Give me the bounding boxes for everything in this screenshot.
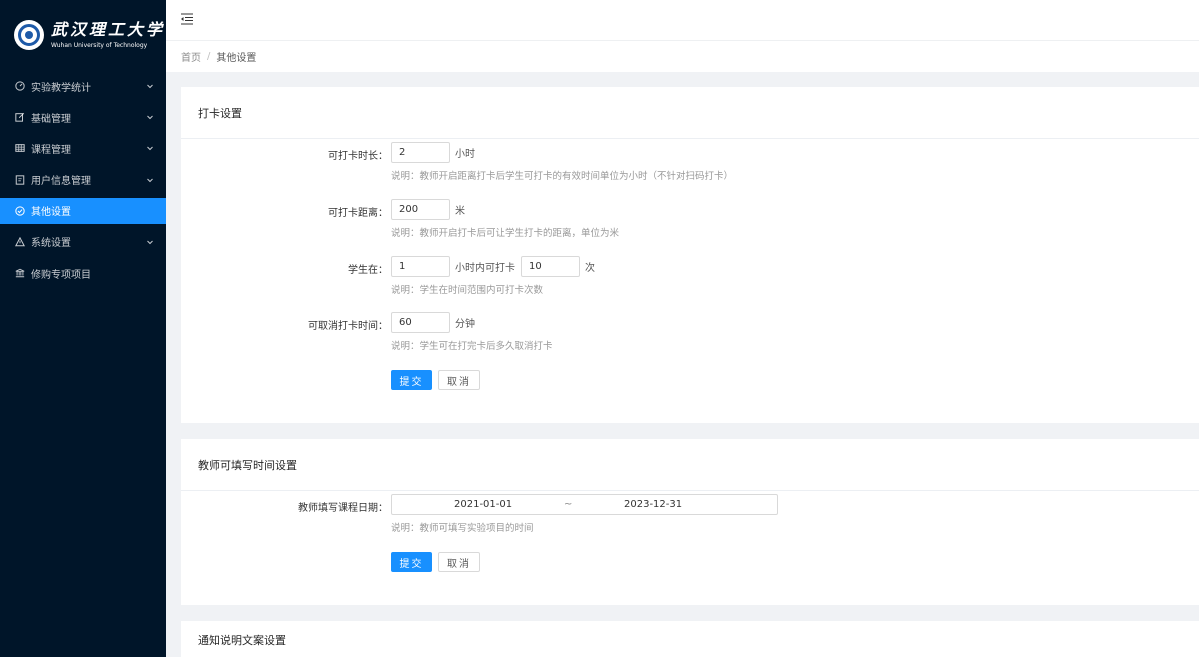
sidebar-item-label: 课程管理 bbox=[31, 144, 71, 156]
sidebar-item-special-purchase-projects[interactable]: 修购专项项目 bbox=[0, 260, 166, 286]
frequency-mid-text: 小时内可打卡 bbox=[455, 263, 515, 274]
duration-description: 说明：教师开启距离打卡后学生可打卡的有效时间单位为小时（不针对扫码打卡） bbox=[391, 171, 734, 182]
sidebar-item-label: 其他设置 bbox=[31, 207, 71, 219]
cancel-button[interactable]: 取消 bbox=[438, 552, 480, 572]
breadcrumb: 首页 / 其他设置 bbox=[166, 41, 1199, 72]
sidebar-item-course-management[interactable]: 课程管理 bbox=[0, 135, 166, 161]
cancel-time-input[interactable]: 60 bbox=[391, 312, 450, 333]
sidebar-item-basic-management[interactable]: 基础管理 bbox=[0, 104, 166, 130]
bank-icon bbox=[15, 268, 25, 278]
sidebar-item-label: 系统设置 bbox=[31, 238, 71, 250]
breadcrumb-home[interactable]: 首页 bbox=[181, 49, 201, 64]
warning-icon bbox=[15, 236, 25, 247]
top-header bbox=[166, 0, 1199, 41]
end-date-input[interactable]: 2023-12-31 bbox=[624, 499, 682, 510]
dashboard-icon bbox=[15, 81, 25, 91]
chevron-down-icon bbox=[147, 178, 153, 182]
date-range-separator: ~ bbox=[564, 499, 573, 510]
edit-icon bbox=[15, 113, 25, 122]
duration-unit: 小时 bbox=[455, 149, 475, 160]
distance-description: 说明：教师开启打卡后可让学生打卡的距离，单位为米 bbox=[391, 228, 620, 239]
card-title: 通知说明文案设置 bbox=[198, 634, 286, 647]
cancel-time-unit: 分钟 bbox=[455, 319, 475, 330]
chevron-down-icon bbox=[147, 147, 153, 151]
distance-unit: 米 bbox=[455, 206, 465, 217]
check-circle-icon bbox=[15, 206, 25, 216]
sidebar-item-label: 修购专项项目 bbox=[31, 269, 91, 281]
menu-fold-icon[interactable] bbox=[180, 12, 194, 26]
notice-copy-settings-card: 通知说明文案设置 bbox=[181, 621, 1199, 657]
sidebar-item-other-settings[interactable]: 其他设置 bbox=[0, 197, 166, 224]
duration-input[interactable]: 2 bbox=[391, 142, 450, 163]
logo-title-en: Wuhan University of Technology bbox=[51, 42, 148, 49]
distance-label: 可打卡距离： bbox=[328, 208, 388, 219]
frequency-times-input[interactable]: 10 bbox=[521, 256, 580, 277]
cancel-time-description: 说明：学生可在打完卡后多久取消打卡 bbox=[391, 341, 553, 352]
sidebar-item-label: 实验教学统计 bbox=[31, 82, 91, 94]
frequency-description: 说明：学生在时间范围内可打卡次数 bbox=[391, 285, 544, 296]
distance-input[interactable]: 200 bbox=[391, 199, 450, 220]
checkin-settings-card: 打卡设置 可打卡时长： 2 小时 说明：教师开启距离打卡后学生可打卡的有效时间单… bbox=[181, 87, 1199, 423]
card-title: 教师可填写时间设置 bbox=[181, 439, 1199, 491]
frequency-hours-input[interactable]: 1 bbox=[391, 256, 450, 277]
frequency-label: 学生在： bbox=[348, 265, 388, 276]
chevron-down-icon bbox=[147, 115, 153, 120]
sidebar-item-system-settings[interactable]: 系统设置 bbox=[0, 229, 166, 255]
card-title: 打卡设置 bbox=[181, 87, 1199, 139]
cancel-time-label: 可取消打卡时间： bbox=[308, 321, 388, 332]
breadcrumb-separator: / bbox=[207, 51, 211, 62]
course-date-label: 教师填写课程日期： bbox=[298, 503, 388, 514]
table-icon bbox=[15, 144, 25, 153]
date-range-picker[interactable]: 2021-01-01 ~ 2023-12-31 bbox=[391, 494, 778, 515]
teacher-time-settings-card: 教师可填写时间设置 教师填写课程日期： 2021-01-01 ~ 2023-12… bbox=[181, 439, 1199, 605]
logo[interactable]: 武汉理工大学 Wuhan University of Technology bbox=[0, 0, 166, 70]
sidebar-item-user-info-management[interactable]: 用户信息管理 bbox=[0, 167, 166, 193]
frequency-unit: 次 bbox=[585, 263, 595, 274]
chevron-down-icon bbox=[147, 84, 153, 89]
submit-button[interactable]: 提交 bbox=[391, 370, 432, 390]
cancel-button[interactable]: 取消 bbox=[438, 370, 480, 390]
duration-label: 可打卡时长： bbox=[328, 151, 388, 162]
submit-button[interactable]: 提交 bbox=[391, 552, 432, 572]
start-date-input[interactable]: 2021-01-01 bbox=[454, 499, 512, 510]
university-emblem-icon bbox=[14, 20, 44, 50]
sidebar-item-experiment-stats[interactable]: 实验教学统计 bbox=[0, 73, 166, 99]
breadcrumb-current: 其他设置 bbox=[216, 53, 257, 64]
sidebar-menu: 实验教学统计 基础管理 课程管理 用户信息管理 其他设置 系统设置 修购专项项目 bbox=[0, 73, 166, 286]
profile-icon bbox=[15, 174, 25, 185]
chevron-down-icon bbox=[147, 240, 153, 245]
sidebar-item-label: 用户信息管理 bbox=[31, 176, 91, 188]
sidebar-item-label: 基础管理 bbox=[31, 113, 71, 125]
course-date-description: 说明：教师可填写实验项目的时间 bbox=[391, 523, 534, 534]
logo-title-cn: 武汉理工大学 bbox=[51, 20, 166, 39]
sidebar: 武汉理工大学 Wuhan University of Technology 实验… bbox=[0, 0, 166, 657]
